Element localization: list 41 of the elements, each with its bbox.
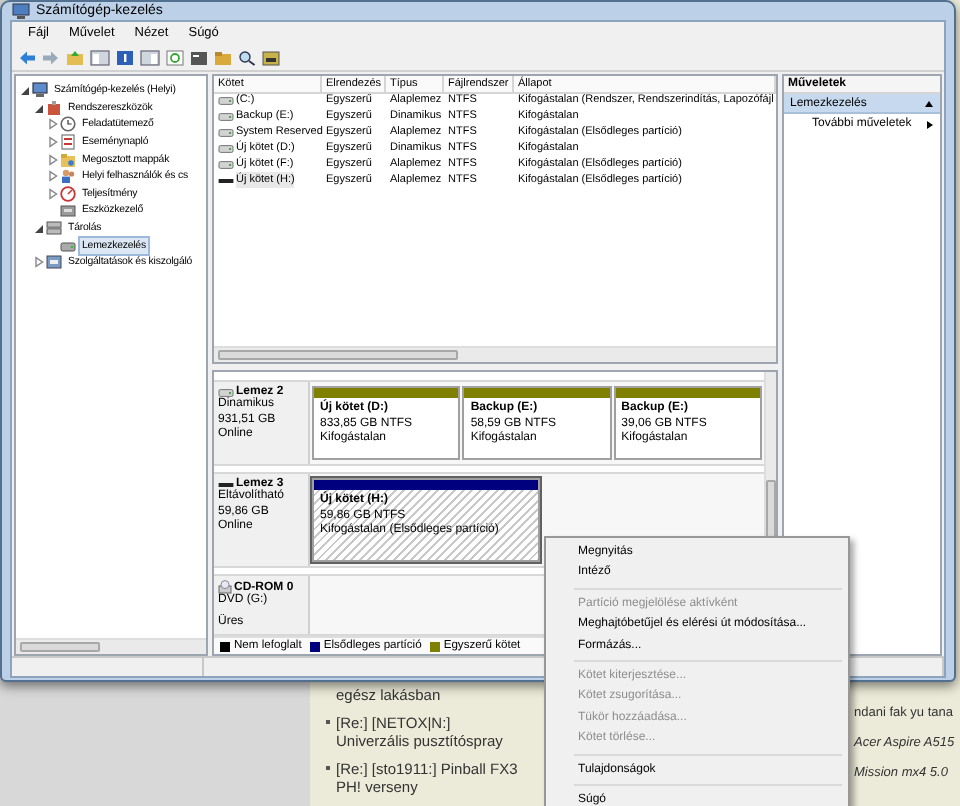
drive-icon	[218, 111, 234, 121]
computer-icon	[32, 82, 48, 99]
collapse-arrow-icon[interactable]	[34, 101, 44, 114]
storage-icon	[46, 220, 62, 237]
collapse-arrow-icon[interactable]	[924, 99, 934, 107]
drive-icon	[218, 479, 234, 489]
horizontal-scrollbar[interactable]	[16, 638, 206, 654]
users-icon	[60, 168, 76, 185]
horizontal-scrollbar[interactable]	[214, 346, 776, 362]
expand-arrow-icon[interactable]	[48, 118, 58, 131]
device-icon	[60, 202, 76, 219]
forward-arrow-icon[interactable]	[42, 49, 60, 65]
drive-icon	[218, 143, 234, 153]
shared-folder-icon	[60, 151, 76, 168]
collapse-arrow-icon[interactable]	[20, 84, 30, 97]
refresh-icon[interactable]	[166, 49, 184, 65]
services-icon	[46, 254, 62, 271]
folder-icon[interactable]	[214, 49, 232, 65]
properties-icon[interactable]	[190, 49, 208, 65]
collapse-arrow-icon[interactable]	[34, 222, 44, 235]
back-arrow-icon[interactable]	[18, 49, 36, 65]
drive-icon	[218, 95, 234, 105]
folder-up-icon[interactable]	[66, 49, 84, 65]
gauge-icon	[60, 185, 76, 202]
log-icon	[60, 134, 76, 151]
expand-arrow-icon[interactable]	[48, 170, 58, 183]
clock-icon	[60, 116, 76, 133]
expand-arrow-icon[interactable]	[48, 187, 58, 200]
submenu-arrow-icon	[926, 119, 934, 129]
drive-icon	[218, 159, 234, 169]
toolbox-icon	[46, 99, 62, 116]
drive-icon	[218, 175, 234, 185]
pane-icon[interactable]	[140, 49, 160, 65]
drive-icon	[218, 127, 234, 137]
expand-arrow-icon[interactable]	[34, 256, 44, 269]
expand-arrow-icon[interactable]	[48, 153, 58, 166]
expand-arrow-icon[interactable]	[48, 136, 58, 149]
help-icon[interactable]	[116, 49, 134, 65]
app-icon	[12, 2, 30, 20]
pane-icon[interactable]	[90, 49, 110, 65]
search-icon[interactable]	[238, 49, 256, 65]
